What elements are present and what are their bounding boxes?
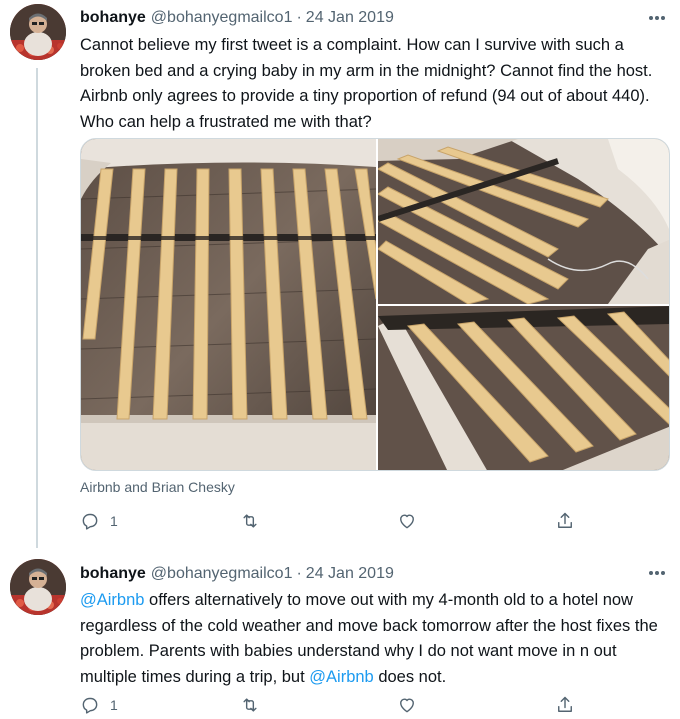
reply-button[interactable]: 1 bbox=[80, 694, 118, 716]
share-icon bbox=[558, 512, 572, 528]
tweet[interactable]: bohanye @bohanyegmailco1 · 24 Jan 2019 @… bbox=[0, 548, 680, 719]
share-button[interactable] bbox=[555, 510, 575, 532]
more-dots-icon bbox=[649, 571, 653, 575]
retweet-icon bbox=[243, 698, 257, 712]
mention-link[interactable]: @Airbnb bbox=[309, 668, 373, 686]
separator-dot: · bbox=[296, 9, 302, 26]
author-handle[interactable]: @bohanyegmailco1 bbox=[151, 9, 293, 27]
tweet-actions: 1 bbox=[80, 694, 580, 716]
more-dots-icon bbox=[649, 16, 653, 20]
tweet-text: Cannot believe my first tweet is a compl… bbox=[80, 36, 653, 131]
heart-icon bbox=[400, 514, 414, 529]
tagged-people[interactable]: Airbnb and Brian Chesky bbox=[80, 479, 235, 495]
retweet-button[interactable] bbox=[240, 694, 270, 716]
separator-dot: · bbox=[296, 565, 302, 582]
photo-bed-slats-main[interactable] bbox=[81, 139, 376, 470]
avatar[interactable] bbox=[10, 559, 66, 615]
mention-link[interactable]: @Airbnb bbox=[80, 591, 144, 609]
tweet-date[interactable]: 24 Jan 2019 bbox=[306, 565, 394, 583]
author-handle[interactable]: @bohanyegmailco1 bbox=[151, 565, 293, 583]
retweet-icon bbox=[243, 514, 257, 528]
tweet-text: @Airbnb offers alternatively to move out… bbox=[80, 588, 670, 690]
tweet-text-body: does not. bbox=[373, 667, 447, 686]
avatar[interactable] bbox=[10, 4, 66, 60]
like-button[interactable] bbox=[397, 694, 427, 716]
reply-count: 1 bbox=[110, 697, 118, 713]
share-button[interactable] bbox=[555, 694, 575, 716]
reply-icon bbox=[82, 513, 98, 530]
reply-button[interactable]: 1 bbox=[80, 510, 118, 532]
retweet-button[interactable] bbox=[240, 510, 270, 532]
heart-icon bbox=[400, 698, 414, 713]
photo-bed-slats-top-right[interactable] bbox=[378, 139, 669, 304]
reply-count: 1 bbox=[110, 513, 118, 529]
author-name[interactable]: bohanye bbox=[80, 9, 146, 27]
media-grid bbox=[80, 138, 670, 471]
tweet-header: bohanye @bohanyegmailco1 · 24 Jan 2019 bbox=[80, 563, 394, 585]
tweet-header: bohanye @bohanyegmailco1 · 24 Jan 2019 bbox=[80, 7, 394, 29]
photo-bed-slats-bottom-right[interactable] bbox=[378, 306, 669, 470]
more-options-button[interactable] bbox=[646, 9, 668, 27]
like-button[interactable] bbox=[397, 510, 427, 532]
reply-icon bbox=[82, 697, 98, 714]
more-options-button[interactable] bbox=[646, 564, 668, 582]
tweet-actions: 1 bbox=[80, 510, 580, 532]
share-icon bbox=[558, 696, 572, 712]
tweet-date[interactable]: 24 Jan 2019 bbox=[306, 9, 394, 27]
tweet[interactable]: bohanye @bohanyegmailco1 · 24 Jan 2019 C… bbox=[0, 0, 680, 548]
author-name[interactable]: bohanye bbox=[80, 565, 146, 583]
